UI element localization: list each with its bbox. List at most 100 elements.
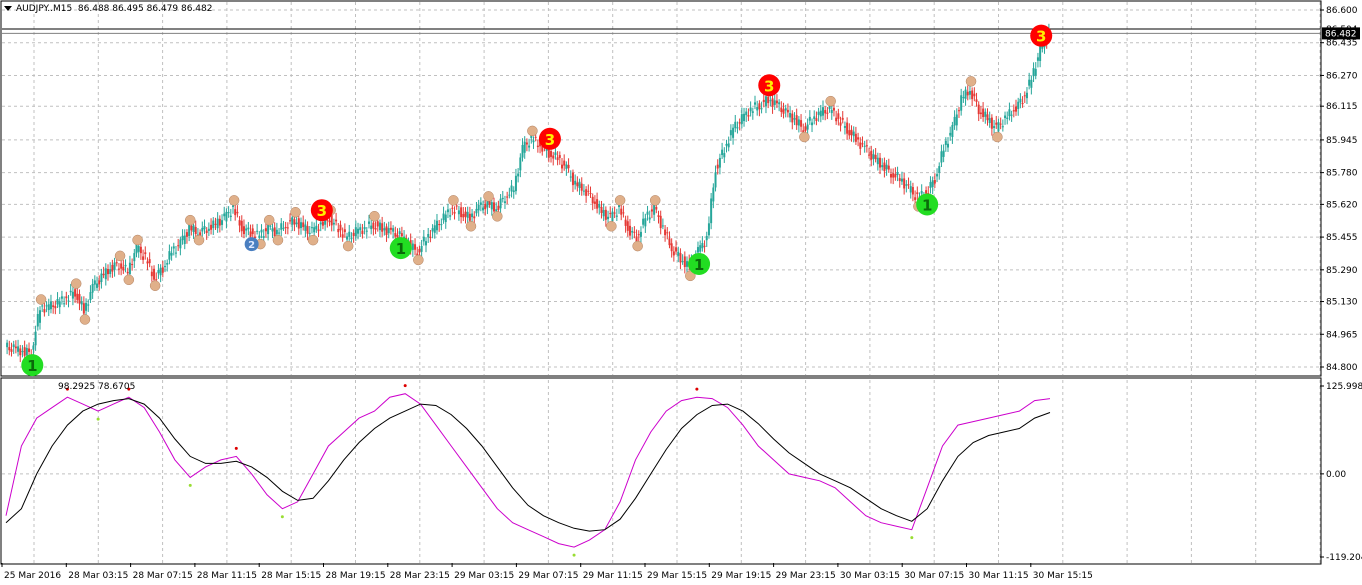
candle-body	[38, 310, 41, 323]
candle-body	[41, 305, 44, 307]
candle-body	[332, 222, 335, 225]
candle-body	[67, 300, 70, 302]
swing-marker	[527, 125, 538, 137]
candle-body	[1015, 106, 1018, 112]
candle-body	[133, 253, 136, 262]
candle-body	[569, 176, 572, 178]
candle-body	[214, 223, 217, 225]
candle-body	[600, 207, 603, 213]
time-tick-label: 29 Mar 23:15	[776, 571, 836, 581]
chart-canvas[interactable]: 1 2 3 1 3 1 3 1 3 86.600 86.435 86.270 86.115 85.945…	[0, 0, 1362, 585]
candle-body	[242, 226, 245, 235]
candle-body	[751, 111, 754, 113]
candle-body	[554, 152, 557, 156]
candle-body	[703, 245, 706, 247]
swing-marker	[965, 76, 977, 87]
candle-body	[350, 238, 353, 240]
candle-body	[571, 172, 574, 186]
candle-body	[771, 98, 774, 107]
candle-body	[826, 112, 829, 114]
candle-body	[321, 221, 324, 226]
candle-body	[295, 222, 298, 225]
chart-window[interactable]: 1 2 3 1 3 1 3 1 3 86.600 86.435 86.270 86.115 85.945…	[0, 0, 1362, 585]
candle-body	[363, 227, 366, 230]
candle-body	[1019, 98, 1022, 103]
candle-body	[10, 349, 13, 352]
candle-body	[936, 174, 939, 177]
wave-label: 3	[764, 77, 774, 95]
time-axis[interactable]: 25 Mar 2016 28 Mar 03:15 28 Mar 07:15 28 Ma…	[1, 563, 1093, 581]
candle-body	[6, 342, 9, 348]
candle-body	[135, 243, 138, 254]
candle-body	[74, 289, 77, 297]
candle-body	[337, 228, 340, 233]
swing-marker	[290, 206, 301, 218]
candle-body	[582, 190, 585, 192]
candle-body	[475, 208, 478, 214]
candle-body	[269, 225, 272, 227]
candle-body	[723, 153, 726, 158]
candle-body	[12, 344, 15, 348]
candle-body	[962, 97, 965, 99]
candle-body	[681, 261, 684, 263]
candle-body	[126, 271, 129, 274]
candle-body	[308, 232, 311, 234]
wave-label: 3	[1036, 28, 1046, 46]
candle-body	[892, 173, 895, 178]
candle-body	[172, 246, 175, 249]
swing-marker	[132, 234, 143, 246]
candle-body	[431, 228, 434, 232]
price-axis[interactable]: 86.600 86.435 86.270 86.115 85.945 85.780 85.6…	[1320, 6, 1360, 373]
candle-body	[736, 127, 739, 129]
candle-body	[223, 213, 226, 217]
swing-marker	[70, 278, 82, 289]
candle-body	[102, 273, 105, 276]
candle-body	[536, 145, 539, 148]
candle-body	[675, 247, 678, 252]
candle-body	[773, 100, 776, 105]
candle-body	[837, 113, 840, 119]
candle-body	[157, 269, 160, 274]
candle-body	[111, 264, 114, 272]
candle-body	[795, 115, 798, 126]
candle-body	[317, 229, 320, 232]
candle-body	[576, 182, 579, 187]
candle-body	[747, 115, 750, 117]
candle-body	[859, 142, 862, 149]
candle-body	[212, 220, 215, 229]
candle-body	[560, 164, 563, 169]
candle-body	[192, 225, 195, 232]
candle-body	[471, 213, 474, 218]
candle-body	[659, 215, 662, 229]
indicator-axis[interactable]: 125.9988 0.00 -119.204	[1320, 382, 1362, 563]
candle-body	[76, 293, 79, 300]
candle-body	[247, 227, 250, 230]
candle-body	[429, 236, 432, 239]
candle-body	[306, 226, 309, 234]
candle-body	[743, 113, 746, 122]
ohlc-values: 86.488 86.495 86.479 86.482	[77, 4, 213, 14]
candle-body	[957, 110, 960, 112]
time-tick-label: 29 Mar 03:15	[454, 571, 514, 581]
time-tick-label: 29 Mar 15:15	[647, 571, 707, 581]
candle-body	[392, 228, 395, 232]
candle-body	[1032, 68, 1035, 77]
candle-body	[931, 180, 934, 188]
candle-body	[82, 303, 85, 314]
candle-body	[940, 151, 943, 163]
candle-body	[93, 280, 96, 285]
candle-body	[205, 230, 208, 233]
candle-body	[238, 220, 241, 226]
candle-body	[819, 110, 822, 117]
dropdown-triangle-icon[interactable]	[4, 6, 12, 11]
candle-body	[65, 296, 68, 299]
candle-body	[1004, 115, 1007, 119]
candle-body	[150, 271, 153, 277]
time-tick-label: 25 Mar 2016	[4, 571, 61, 581]
candle-body	[615, 215, 618, 217]
swing-marker	[149, 280, 161, 291]
candle-body	[701, 243, 704, 249]
candle-body	[435, 220, 438, 231]
candle-body	[558, 155, 561, 158]
candle-body	[457, 210, 460, 215]
